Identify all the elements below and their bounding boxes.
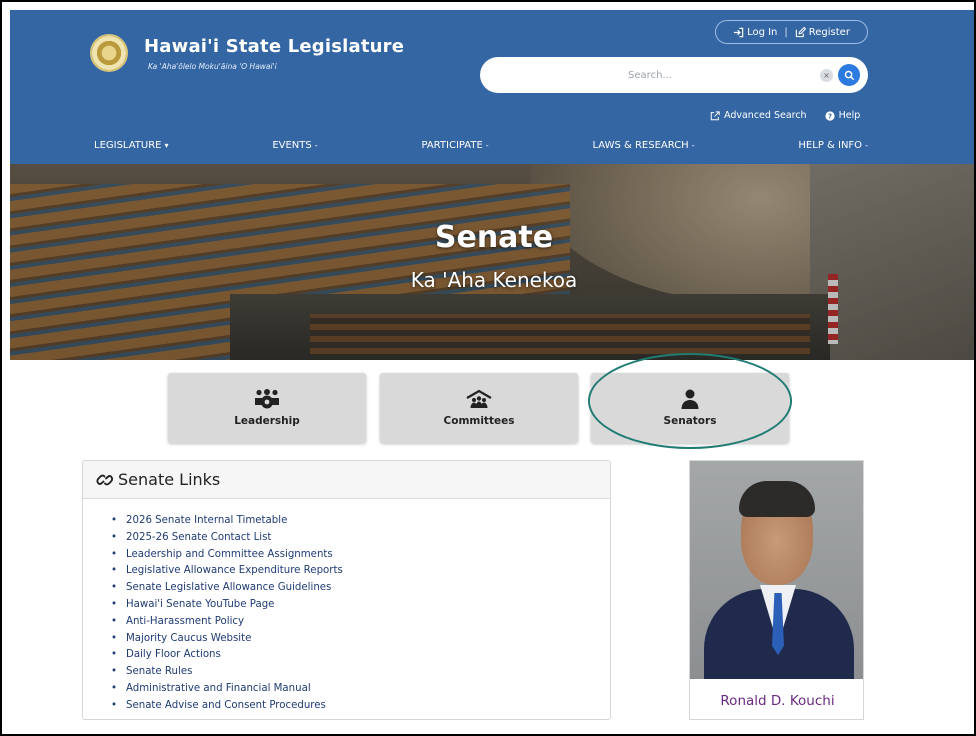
- senate-links-header: Senate Links: [83, 461, 610, 499]
- advanced-search-label: Advanced Search: [724, 110, 807, 121]
- senator-photo[interactable]: [690, 461, 863, 679]
- page-subtitle: Ka 'Aha Kenekoa: [410, 268, 578, 292]
- chevron-down-icon: -: [485, 141, 489, 150]
- nav-participate[interactable]: PARTICIPATE -: [421, 140, 488, 160]
- login-link[interactable]: Log In: [733, 27, 777, 38]
- register-label: Register: [808, 26, 850, 38]
- nav-label: PARTICIPATE: [421, 140, 483, 151]
- list-item[interactable]: Senate Rules: [111, 664, 610, 681]
- auth-separator: |: [784, 26, 788, 38]
- login-icon: [733, 27, 744, 37]
- site-subtitle: Ka 'Aha'ōlelo Moku'āina 'O Hawai'i: [148, 62, 277, 71]
- help-icon: ?: [825, 110, 835, 121]
- highlight-annotation-circle: [588, 353, 792, 449]
- register-link[interactable]: Register: [795, 26, 850, 38]
- nav-label: HELP & INFO: [798, 140, 863, 151]
- nav-help-info[interactable]: HELP & INFO -: [798, 140, 868, 160]
- list-item[interactable]: Hawai'i Senate YouTube Page: [111, 597, 610, 614]
- search-button[interactable]: [838, 64, 860, 86]
- list-item[interactable]: Legislative Allowance Expenditure Report…: [111, 563, 610, 580]
- list-item[interactable]: 2025-26 Senate Contact List: [111, 530, 610, 547]
- site-header: Hawai'i State Legislature Ka 'Aha'ōlelo …: [10, 10, 974, 164]
- edit-icon: [795, 26, 806, 37]
- people-group-icon: [255, 389, 279, 409]
- committees-tile[interactable]: Committees: [380, 373, 578, 443]
- senate-links-title: Senate Links: [118, 470, 221, 489]
- list-item[interactable]: 2026 Senate Internal Timetable: [111, 513, 610, 530]
- photo-hair: [739, 481, 815, 517]
- list-item[interactable]: Anti-Harassment Policy: [111, 614, 610, 631]
- nav-label: LEGISLATURE: [94, 140, 162, 151]
- page-title: Senate: [434, 220, 554, 255]
- nav-legislature[interactable]: LEGISLATURE ▾: [94, 140, 169, 160]
- search-input[interactable]: [500, 65, 800, 85]
- search-icon: [844, 70, 854, 80]
- state-seal-logo[interactable]: [90, 34, 128, 72]
- external-link-icon: [710, 110, 720, 120]
- page-frame: Hawai'i State Legislature Ka 'Aha'ōlelo …: [0, 0, 976, 736]
- link-icon: [96, 474, 114, 485]
- list-item[interactable]: Daily Floor Actions: [111, 647, 610, 664]
- nav-laws-research[interactable]: LAWS & RESEARCH -: [592, 140, 694, 160]
- chevron-down-icon: ▾: [164, 141, 169, 150]
- senate-president-card[interactable]: Ronald D. Kouchi: [689, 460, 864, 720]
- senator-name-link[interactable]: Ronald D. Kouchi: [690, 693, 863, 709]
- site-title[interactable]: Hawai'i State Legislature: [144, 36, 404, 57]
- chevron-down-icon: -: [865, 141, 868, 150]
- senate-chamber-banner: Senate Ka 'Aha Kenekoa: [10, 164, 974, 360]
- advanced-search-link[interactable]: Advanced Search: [710, 110, 807, 121]
- help-link[interactable]: ? Help: [825, 110, 861, 121]
- chevron-down-icon: -: [314, 141, 318, 150]
- nav-label: LAWS & RESEARCH: [592, 140, 689, 151]
- search-bar: ×: [480, 57, 868, 93]
- list-item[interactable]: Leadership and Committee Assignments: [111, 547, 610, 564]
- list-item[interactable]: Senate Legislative Allowance Guidelines: [111, 580, 610, 597]
- help-label: Help: [838, 110, 861, 121]
- main-nav: LEGISLATURE ▾ EVENTS - PARTICIPATE - LAWS &…: [10, 140, 974, 160]
- tile-label: Leadership: [234, 415, 300, 427]
- list-item[interactable]: Administrative and Financial Manual: [111, 681, 610, 698]
- senate-links-list: 2026 Senate Internal Timetable 2025-26 S…: [83, 499, 610, 715]
- auth-links: Log In | Register: [715, 20, 868, 44]
- list-item[interactable]: Majority Caucus Website: [111, 631, 610, 648]
- nav-events[interactable]: EVENTS -: [272, 140, 317, 160]
- list-item[interactable]: Senate Advise and Consent Procedures: [111, 698, 610, 715]
- nav-label: EVENTS: [272, 140, 312, 151]
- svg-text:?: ?: [828, 112, 832, 120]
- login-label: Log In: [747, 26, 778, 38]
- senate-links-card: Senate Links 2026 Senate Internal Timeta…: [82, 460, 611, 720]
- committee-house-icon: [466, 389, 492, 408]
- leadership-tile[interactable]: Leadership: [168, 373, 366, 443]
- chevron-down-icon: -: [691, 141, 695, 150]
- tile-label: Committees: [443, 415, 515, 427]
- clear-search-button[interactable]: ×: [820, 69, 833, 82]
- search-helper-links: Advanced Search ? Help: [710, 110, 860, 121]
- banner-overlay: [10, 164, 974, 360]
